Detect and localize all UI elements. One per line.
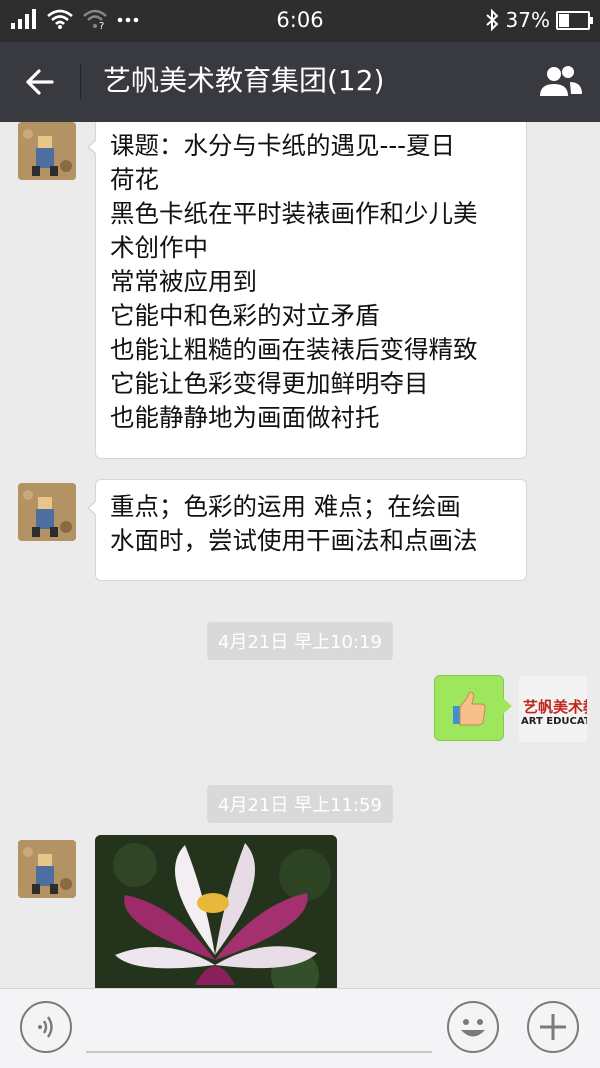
emoji-button[interactable] [447,1001,499,1053]
avatar-image [18,840,76,898]
avatar[interactable] [18,840,76,898]
message-line: 重点；色彩的运用 难点；在绘画 [110,492,461,521]
battery-level [559,13,569,27]
plus-icon [540,1014,566,1040]
chat-header: 艺帆美术教育集团(12) [0,42,600,122]
voice-button[interactable] [20,1001,72,1053]
avatar[interactable] [18,483,76,541]
sent-message-bubble[interactable] [434,675,512,741]
message-line: 它能中和色彩的对立矛盾 [110,301,380,330]
self-avatar[interactable]: 艺帆美术教育 ART EDUCATION [519,676,587,742]
message-input[interactable] [86,1051,432,1053]
voice-icon [38,1016,53,1038]
logo-text: 艺帆美术教育 [523,698,587,716]
thumbs-up-emoji [453,691,486,726]
message-line: 术创作中 [110,233,208,262]
bluetooth-icon [485,8,498,32]
message-line: 水面时，尝试使用干画法和点画法 [110,526,478,555]
avatar-image [18,483,76,541]
message-line: 也能让粗糙的画在装裱后变得精致 [110,335,478,364]
battery-icon [556,10,593,30]
input-bar [0,988,600,1068]
timestamp: 4月21日 早上11:59 [0,785,600,823]
arrow-left-icon [26,69,54,95]
smiley-icon [461,1019,485,1037]
timestamp-label: 4月21日 早上10:19 [207,622,393,660]
header-divider [80,64,81,100]
chat-title: 艺帆美术教育集团(12) [103,64,385,97]
message-line: 黑色卡纸在平时装裱画作和少儿美 [110,199,478,228]
group-contacts-icon [540,66,582,96]
logo-subtext: ART EDUCATION [521,716,587,727]
chat-messages[interactable]: 课题：水分与卡纸的遇见---夏日 荷花 黑色卡纸在平时装裱画作和少儿美 术创作中… [0,122,600,988]
message-line: 课题：水分与卡纸的遇见---夏日 [110,131,456,160]
status-icons-right: 37% [484,8,593,32]
message-line: 常常被应用到 [110,267,257,296]
timestamp-label: 4月21日 早上11:59 [207,785,393,823]
group-info-button[interactable] [536,62,584,102]
message-bubble[interactable]: 课题：水分与卡纸的遇见---夏日 荷花 黑色卡纸在平时装裱画作和少儿美 术创作中… [87,122,527,459]
message-line: 荷花 [110,165,159,194]
message-line: 也能静静地为画面做衬托 [110,403,380,432]
message-bubble[interactable]: 重点；色彩的运用 难点；在绘画 水面时，尝试使用干画法和点画法 [87,479,527,581]
battery-percent: 37% [505,8,550,32]
image-message[interactable] [95,835,337,988]
back-button[interactable] [18,62,62,102]
avatar[interactable] [18,122,76,180]
message-line: 它能让色彩变得更加鲜明夺目 [110,369,429,398]
more-functions-button[interactable] [527,1001,579,1053]
status-bar: ? 6:06 37% [0,0,600,42]
lotus-painting-image [95,835,337,988]
avatar-image [18,122,76,180]
timestamp: 4月21日 早上10:19 [0,622,600,660]
